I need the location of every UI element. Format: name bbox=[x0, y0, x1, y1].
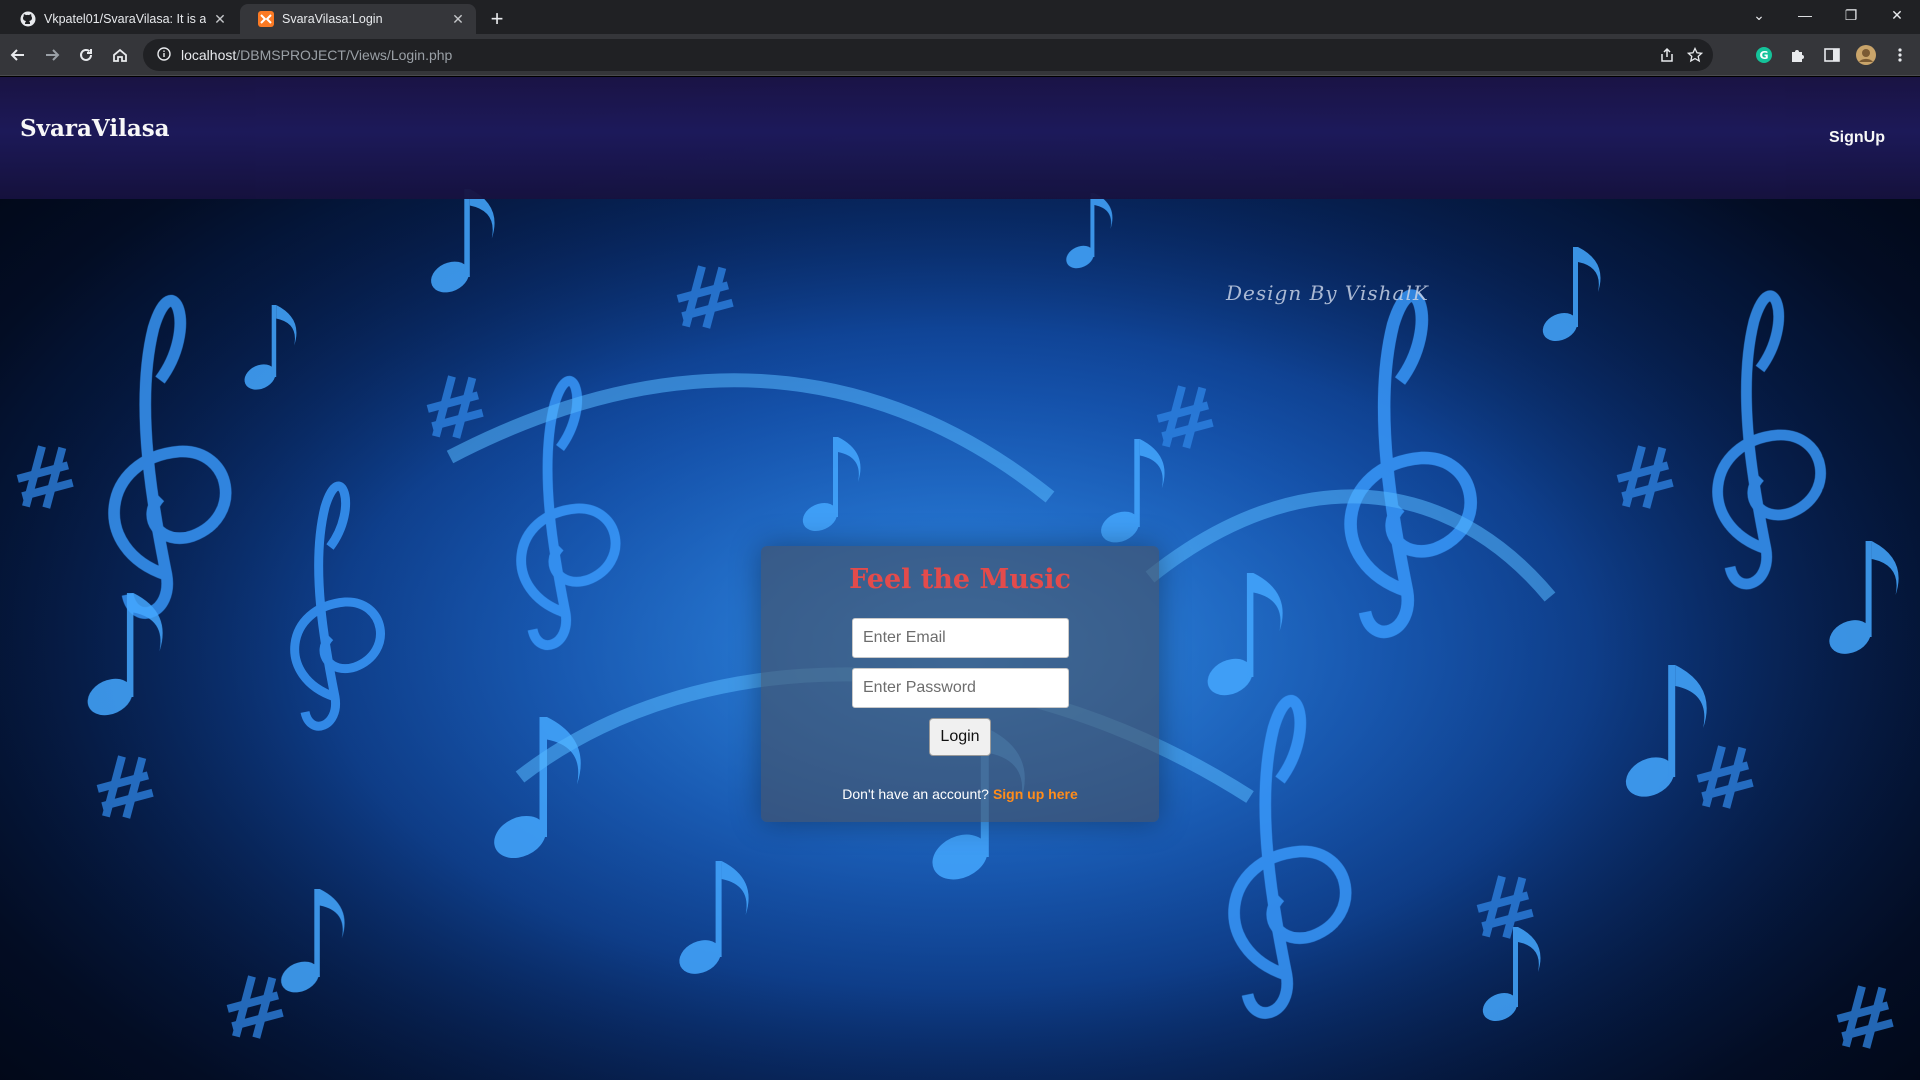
share-icon[interactable] bbox=[1659, 47, 1675, 66]
grammarly-icon[interactable]: G bbox=[1752, 39, 1776, 71]
side-panel-icon[interactable] bbox=[1820, 39, 1844, 71]
svg-text:G: G bbox=[1759, 49, 1768, 62]
close-icon[interactable]: ✕ bbox=[212, 11, 228, 27]
browser-toolbar: localhost/DBMSPROJECT/Views/Login.php G bbox=[0, 34, 1920, 76]
login-button[interactable]: Login bbox=[929, 718, 991, 756]
close-window-icon[interactable]: ✕ bbox=[1874, 7, 1920, 24]
minimize-icon[interactable]: — bbox=[1782, 7, 1828, 23]
site-info-icon[interactable] bbox=[157, 46, 171, 64]
signup-prompt: Don't have an account? Sign up here bbox=[761, 786, 1159, 802]
url-host: localhost bbox=[181, 47, 237, 63]
xampp-icon bbox=[258, 11, 274, 27]
home-icon[interactable] bbox=[104, 39, 136, 71]
github-icon bbox=[20, 11, 36, 27]
back-icon[interactable] bbox=[2, 39, 34, 71]
login-page: SvaraVilasa SignUp Design By VishalK Fee… bbox=[0, 77, 1920, 1080]
browser-menu-icon[interactable] bbox=[1888, 39, 1912, 71]
login-title: Feel the Music bbox=[849, 564, 1071, 595]
address-bar[interactable]: localhost/DBMSPROJECT/Views/Login.php bbox=[143, 39, 1713, 71]
profile-avatar-icon[interactable] bbox=[1854, 39, 1878, 71]
tab-github[interactable]: Vkpatel01/SvaraVilasa: It is a mu ✕ bbox=[2, 4, 238, 34]
bookmark-star-icon[interactable] bbox=[1686, 46, 1704, 66]
restore-icon[interactable]: ❐ bbox=[1828, 7, 1874, 24]
tab-svaravilasa-login[interactable]: SvaraVilasa:Login ✕ bbox=[240, 4, 476, 34]
forward-icon[interactable] bbox=[36, 39, 68, 71]
site-header: SvaraVilasa SignUp bbox=[0, 77, 1920, 199]
tab-title: Vkpatel01/SvaraVilasa: It is a mu bbox=[44, 12, 206, 26]
new-tab-button[interactable]: + bbox=[482, 4, 512, 34]
extensions-puzzle-icon[interactable] bbox=[1786, 39, 1810, 71]
signup-prompt-text: Don't have an account? bbox=[842, 786, 989, 802]
password-input[interactable] bbox=[852, 668, 1069, 708]
tab-title: SvaraVilasa:Login bbox=[282, 12, 383, 26]
reload-icon[interactable] bbox=[70, 39, 102, 71]
browser-tab-bar: Vkpatel01/SvaraVilasa: It is a mu ✕ Svar… bbox=[0, 0, 1920, 34]
signup-link[interactable]: Sign up here bbox=[993, 786, 1078, 802]
login-form: Feel the Music Login Don't have an accou… bbox=[761, 546, 1159, 822]
signup-nav-link[interactable]: SignUp bbox=[1829, 129, 1885, 147]
url-path: /DBMSPROJECT/Views/Login.php bbox=[236, 47, 453, 63]
tab-search-icon[interactable]: ⌄ bbox=[1736, 7, 1782, 24]
brand-logo[interactable]: SvaraVilasa bbox=[20, 115, 170, 142]
window-controls: ⌄ — ❐ ✕ bbox=[1736, 0, 1920, 30]
design-credit: Design By VishalK bbox=[1226, 281, 1429, 305]
email-input[interactable] bbox=[852, 618, 1069, 658]
close-icon[interactable]: ✕ bbox=[450, 11, 466, 27]
